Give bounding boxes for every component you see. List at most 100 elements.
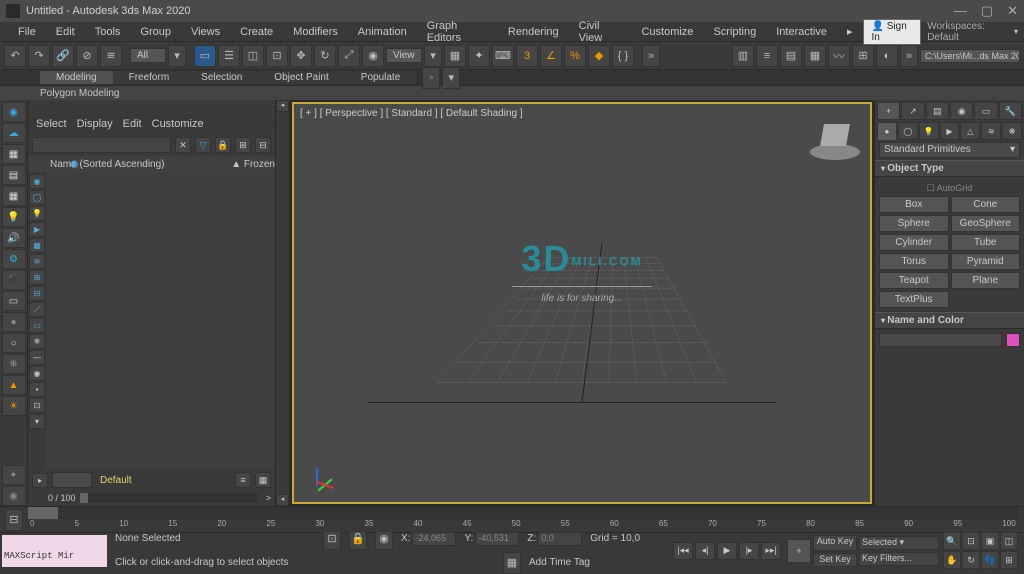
scale-button[interactable]: ⤢: [338, 45, 360, 67]
select-rect-button[interactable]: ◫: [242, 45, 264, 67]
grid-icon[interactable]: ▦: [2, 186, 26, 206]
menu-modifiers[interactable]: Modifiers: [283, 24, 348, 40]
scene-view-icon[interactable]: ⊞: [235, 137, 251, 153]
toggle-ribbon-button[interactable]: ▦: [804, 45, 826, 67]
filter-spacewarp-icon[interactable]: ≋: [29, 254, 45, 269]
move-button[interactable]: ✥: [290, 45, 312, 67]
pivot-button[interactable]: ▦: [444, 45, 466, 67]
create-box-button[interactable]: Box: [879, 196, 949, 213]
orbit-button[interactable]: ↻: [962, 551, 980, 569]
cmd-tab-motion[interactable]: ◉: [950, 102, 973, 120]
scene-range-end-icon[interactable]: >: [262, 493, 275, 503]
named-selection-button[interactable]: { }: [612, 45, 634, 67]
menu-more[interactable]: ▸: [837, 23, 863, 40]
viewport-label[interactable]: [ + ] [ Perspective ] [ Standard ] [ Def…: [300, 108, 523, 119]
subtab-shapes[interactable]: ◯: [898, 122, 918, 140]
create-cylinder-button[interactable]: Cylinder: [879, 234, 949, 251]
time-tag-icon[interactable]: ▦: [503, 552, 521, 574]
stone-icon[interactable]: ●: [2, 312, 26, 332]
filter-chevron-icon[interactable]: ▾: [168, 45, 186, 67]
modifier-icon[interactable]: ⚙: [2, 249, 26, 269]
select-object-button[interactable]: ▭: [194, 45, 216, 67]
ref-coord-dropdown[interactable]: View: [386, 48, 422, 63]
z-input[interactable]: 0,0: [538, 532, 582, 546]
menu-scripting[interactable]: Scripting: [703, 24, 766, 40]
schematic-view-button[interactable]: ⊞: [852, 45, 874, 67]
category-dropdown[interactable]: Standard Primitives ▾: [879, 142, 1020, 158]
scene-selection-swatch[interactable]: [52, 472, 92, 488]
filter-all-icon[interactable]: ◉: [29, 366, 45, 381]
create-pyramid-button[interactable]: Pyramid: [951, 253, 1021, 270]
cmd-tab-create[interactable]: +: [877, 102, 900, 120]
percent-snap-button[interactable]: %: [564, 45, 586, 67]
manipulate-button[interactable]: ✦: [468, 45, 490, 67]
viewcube[interactable]: [810, 114, 860, 164]
filter-shape-icon[interactable]: ◯: [29, 190, 45, 205]
timeline-ruler[interactable]: 0510152025303540455055606570758085909510…: [28, 519, 1018, 533]
create-geosphere-button[interactable]: GeoSphere: [951, 215, 1021, 232]
prev-frame-button[interactable]: ◂|: [695, 542, 715, 560]
filter-none-icon[interactable]: ▪: [29, 382, 45, 397]
rollout-name-color[interactable]: Name and Color: [875, 312, 1024, 329]
filter-helper-icon[interactable]: ▦: [29, 238, 45, 253]
cmd-tab-display[interactable]: ▭: [974, 102, 997, 120]
filter-group-icon[interactable]: ⊞: [29, 270, 45, 285]
scene-menu-edit[interactable]: Edit: [123, 118, 142, 130]
next-frame-button[interactable]: |▸: [739, 542, 759, 560]
scene-list-header[interactable]: ◉ Name (Sorted Ascending) ▲ Frozen: [28, 156, 275, 172]
object-name-input[interactable]: [879, 333, 1002, 347]
zoom-button[interactable]: 🔍: [943, 532, 961, 550]
scene-search-input[interactable]: [32, 137, 171, 153]
menu-group[interactable]: Group: [130, 24, 181, 40]
scene-sort-icon[interactable]: ⊟: [255, 137, 271, 153]
selection-filter-dropdown[interactable]: All: [130, 48, 166, 63]
ribbon-collapse-button[interactable]: ◦: [422, 67, 440, 89]
autogrid-checkbox[interactable]: ☐ AutoGrid: [879, 181, 1020, 196]
undo-button[interactable]: ↶: [4, 45, 26, 67]
calendar-icon[interactable]: ▦: [2, 144, 26, 164]
spinner-snap-button[interactable]: ◆: [588, 45, 610, 67]
panel-toggle-bottom[interactable]: ◂: [276, 494, 289, 506]
scene-menu-select[interactable]: Select: [36, 118, 67, 130]
pan-button[interactable]: ✋: [943, 551, 961, 569]
filter-camera-icon[interactable]: ▶: [29, 222, 45, 237]
menu-create[interactable]: Create: [230, 24, 283, 40]
scene-config-icon[interactable]: ▦: [255, 472, 271, 488]
close-button[interactable]: ✕: [1007, 3, 1018, 19]
object-color-swatch[interactable]: [1006, 333, 1020, 347]
ribbon-tab-selection[interactable]: Selection: [185, 71, 258, 84]
subtab-geometry[interactable]: ●: [877, 122, 897, 140]
sphere-icon[interactable]: ○: [2, 333, 26, 353]
coord-chevron-icon[interactable]: ▾: [424, 45, 442, 67]
angle-snap-button[interactable]: ∠: [540, 45, 562, 67]
filter-container-icon[interactable]: ▭: [29, 318, 45, 333]
dynamics-icon[interactable]: ⚫: [2, 270, 26, 290]
ribbon-tab-freeform[interactable]: Freeform: [113, 71, 186, 84]
subtab-spacewarps[interactable]: ≋: [981, 122, 1001, 140]
menu-views[interactable]: Views: [181, 24, 230, 40]
filter-frozen-icon[interactable]: ❄: [29, 334, 45, 349]
menu-interactive[interactable]: Interactive: [766, 24, 837, 40]
x-input[interactable]: -24,065: [412, 532, 456, 546]
goto-end-button[interactable]: ▸▸|: [761, 542, 781, 560]
filter-bone-icon[interactable]: ⟋: [29, 302, 45, 317]
filter-light-icon[interactable]: 💡: [29, 206, 45, 221]
light-icon[interactable]: 💡: [2, 207, 26, 227]
create-cone-button[interactable]: Cone: [951, 196, 1021, 213]
expand-icon[interactable]: ✦: [2, 465, 26, 485]
redo-button[interactable]: ↷: [28, 45, 50, 67]
sun-icon[interactable]: ☀: [2, 396, 26, 416]
align-button[interactable]: ≡: [756, 45, 778, 67]
key-filter-dropdown[interactable]: Selected ▾: [859, 536, 939, 550]
viewport-perspective[interactable]: [ + ] [ Perspective ] [ Standard ] [ Def…: [292, 102, 872, 504]
list-icon[interactable]: ▤: [2, 165, 26, 185]
subtab-cameras[interactable]: ▶: [940, 122, 960, 140]
scene-menu-customize[interactable]: Customize: [152, 118, 204, 130]
create-torus-button[interactable]: Torus: [879, 253, 949, 270]
add-time-tag[interactable]: Add Time Tag: [529, 557, 590, 568]
create-sphere-button[interactable]: Sphere: [879, 215, 949, 232]
select-by-name-button[interactable]: ☰: [218, 45, 240, 67]
play-button[interactable]: ▶: [717, 542, 737, 560]
mirror-button[interactable]: ▥: [732, 45, 754, 67]
scene-list[interactable]: [46, 172, 275, 470]
